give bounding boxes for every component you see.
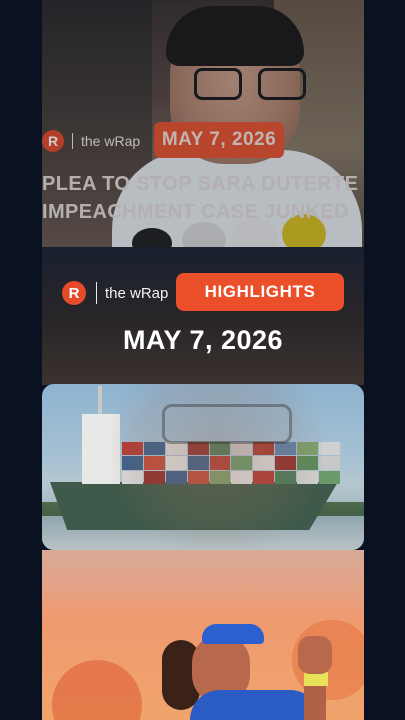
player-arm — [304, 680, 326, 720]
rappler-logo-icon: R — [62, 281, 86, 305]
brand: R the wRap — [62, 281, 168, 305]
background-shape — [52, 660, 142, 720]
brand-name: the wRap — [105, 284, 169, 302]
rappler-logo-icon: R — [42, 130, 64, 152]
ship-image — [42, 384, 364, 550]
brand-divider — [96, 282, 97, 304]
player-wristband — [304, 672, 328, 686]
headline-line-1: PLEA TO STOP SARA DUTERTE — [42, 173, 359, 195]
image-fade — [42, 550, 364, 610]
left-letterbox — [0, 0, 42, 720]
previous-date-chip: MAY 7, 2026 — [154, 122, 284, 158]
video-frame: R the wRap MAY 7, 2026 PLEA TO STOP SARA… — [0, 0, 405, 720]
headline-line-2: IMPEACHMENT CASE JUNKED — [42, 201, 350, 223]
player-fist — [298, 636, 332, 674]
previous-story-frame: R the wRap MAY 7, 2026 PLEA TO STOP SARA… — [42, 0, 364, 247]
episode-date: MAY 7, 2026 — [122, 325, 284, 355]
highlights-header: R the wRap HIGHLIGHTS MAY 7, 2026 — [42, 247, 364, 385]
speaker-hair — [166, 6, 304, 66]
player-shirt — [190, 690, 320, 720]
player-visor — [202, 624, 264, 644]
tennis-player-image — [42, 550, 364, 720]
highlights-chip: HIGHLIGHTS — [176, 273, 344, 311]
overlay-glasses — [162, 404, 292, 444]
previous-headline: PLEA TO STOP SARA DUTERTE IMPEACHMENT CA… — [42, 170, 364, 226]
brand-name: the wRap — [72, 133, 140, 149]
ship-mast — [98, 386, 102, 416]
speaker-glasses — [194, 68, 312, 102]
previous-brand: R the wRap — [42, 126, 140, 156]
right-letterbox — [364, 0, 405, 720]
